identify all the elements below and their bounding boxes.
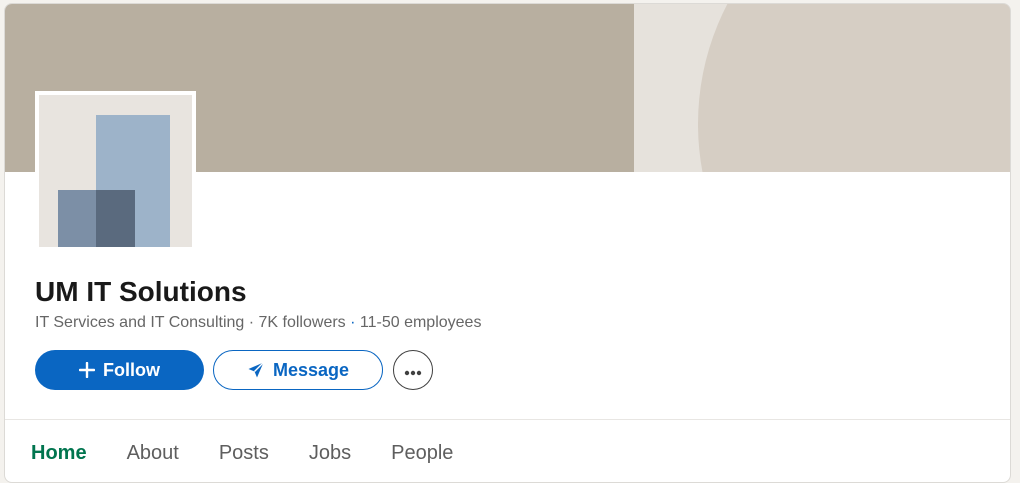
send-icon [247, 361, 265, 379]
company-logo[interactable] [35, 91, 196, 251]
tab-home[interactable]: Home [31, 440, 87, 470]
tab-posts[interactable]: Posts [219, 440, 269, 470]
plus-icon [79, 362, 95, 378]
section-divider [5, 419, 1010, 420]
cover-curve-shape [698, 4, 1010, 172]
tab-jobs[interactable]: Jobs [309, 440, 351, 470]
more-horizontal-icon [404, 360, 422, 381]
cover-image-right-panel [634, 4, 1010, 172]
company-employees[interactable]: 11-50 employees [360, 314, 482, 331]
company-meta: IT Services and IT Consulting · 7K follo… [35, 312, 481, 334]
meta-separator: · [244, 314, 259, 331]
follow-button-label: Follow [103, 359, 160, 380]
company-followers[interactable]: 7K followers [259, 314, 346, 331]
company-name: UM IT Solutions [35, 276, 247, 307]
message-button-label: Message [272, 359, 350, 380]
follow-button[interactable]: Follow [35, 350, 204, 390]
company-logo-graphic [39, 95, 192, 247]
logo-overlap-bar [96, 190, 135, 247]
company-profile-card: UM IT Solutions IT Services and IT Consu… [4, 3, 1011, 483]
tab-people[interactable]: People [391, 440, 453, 470]
profile-tabs: Home About Posts Jobs People [31, 440, 493, 470]
message-button[interactable]: Message [213, 350, 383, 390]
more-options-button[interactable] [393, 350, 433, 390]
tab-about[interactable]: About [127, 440, 179, 470]
meta-separator: · [345, 314, 360, 331]
company-industry: IT Services and IT Consulting [35, 314, 245, 331]
